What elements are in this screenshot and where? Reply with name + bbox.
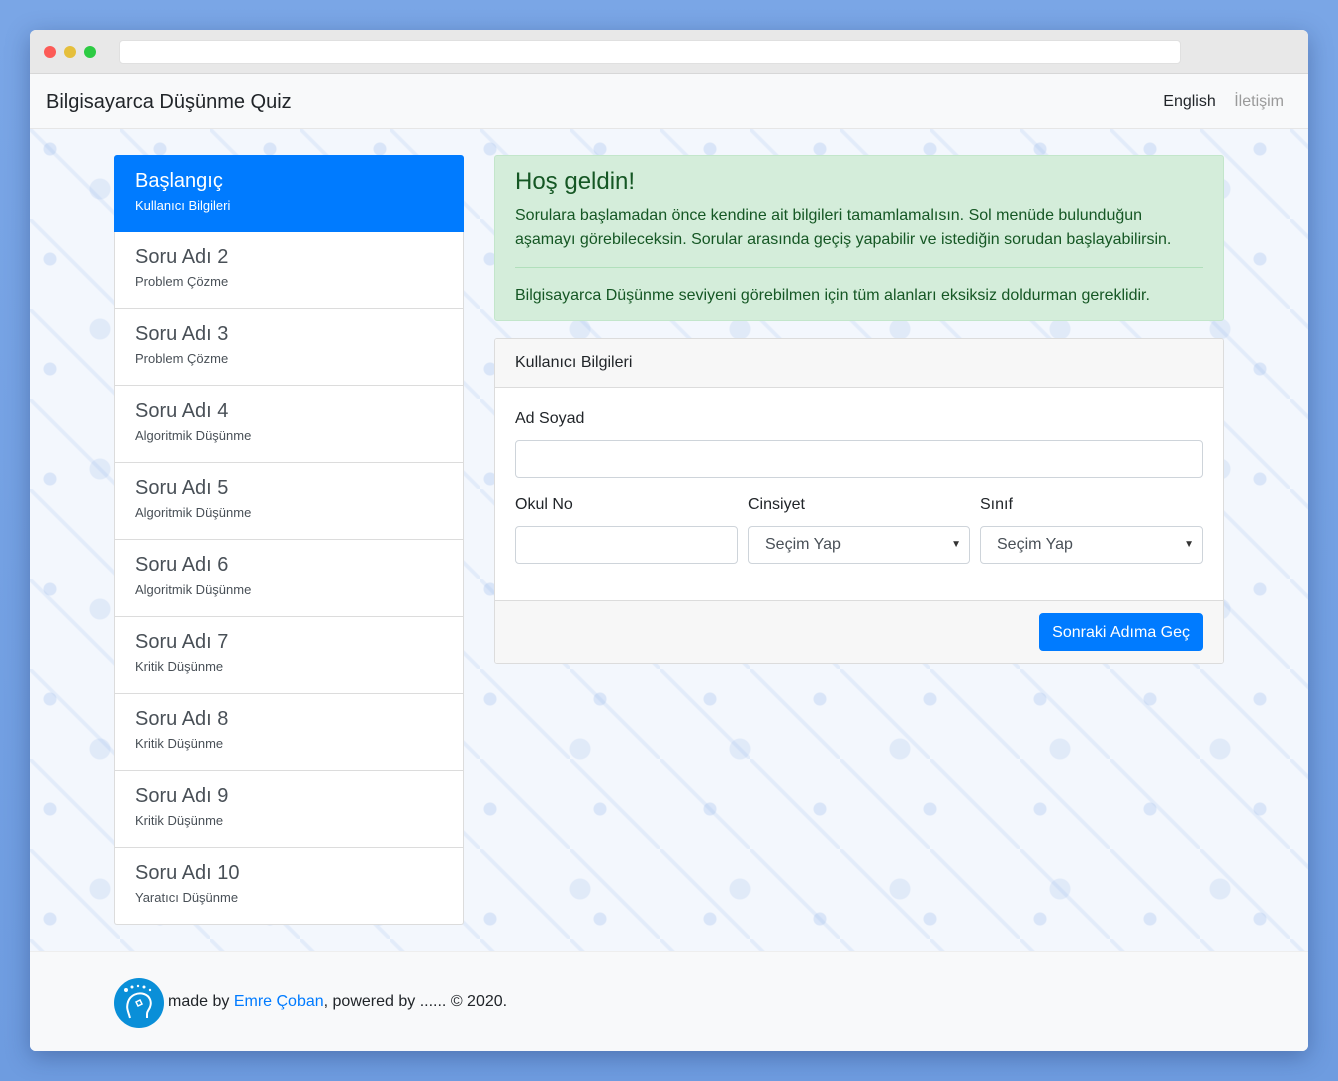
class-selected-value: Seçim Yap [997, 536, 1073, 553]
class-label: Sınıf [980, 496, 1013, 513]
card-footer: Sonraki Adıma Geç [495, 600, 1223, 663]
alert-note: Bilgisayarca Düşünme seviyeni görebilmen… [515, 287, 1150, 304]
main-content: Başlangıç Kullanıcı Bilgileri Soru Adı 2… [30, 129, 1308, 951]
close-window-icon[interactable] [44, 46, 56, 58]
sidebar-item-start[interactable]: Başlangıç Kullanıcı Bilgileri [114, 155, 464, 232]
sidebar-item-subtitle: Algoritmik Düşünme [135, 505, 252, 520]
sidebar-item-question-3[interactable]: Soru Adı 3 Problem Çözme [114, 309, 464, 386]
sidebar-item-subtitle: Problem Çözme [135, 351, 229, 366]
sidebar-item-subtitle: Algoritmik Düşünme [135, 428, 252, 443]
sidebar-item-question-5[interactable]: Soru Adı 5 Algoritmik Düşünme [114, 463, 464, 540]
sidebar-item-title: Soru Adı 8 [135, 708, 229, 730]
question-sidebar: Başlangıç Kullanıcı Bilgileri Soru Adı 2… [114, 155, 464, 925]
sidebar-item-title: Soru Adı 7 [135, 631, 229, 653]
sidebar-item-question-9[interactable]: Soru Adı 9 Kritik Düşünme [114, 771, 464, 848]
sidebar-item-question-4[interactable]: Soru Adı 4 Algoritmik Düşünme [114, 386, 464, 463]
sidebar-item-question-10[interactable]: Soru Adı 10 Yaratıcı Düşünme [114, 848, 464, 925]
sidebar-item-question-7[interactable]: Soru Adı 7 Kritik Düşünme [114, 617, 464, 694]
name-label: Ad Soyad [515, 410, 585, 427]
gender-selected-value: Seçim Yap [765, 536, 841, 553]
school-no-label: Okul No [515, 496, 573, 513]
footer-credits: made by Emre Çoban, powered by ...... © … [168, 993, 507, 1011]
sidebar-item-title: Soru Adı 9 [135, 785, 229, 807]
nav-language-link[interactable]: English [1163, 93, 1215, 110]
browser-window: Bilgisayarca Düşünme Quiz English İletiş… [30, 30, 1308, 1051]
card-header: Kullanıcı Bilgileri [495, 339, 1223, 388]
gender-select[interactable]: Seçim Yap ▼ [748, 526, 970, 564]
name-input[interactable] [515, 440, 1203, 478]
address-bar[interactable] [119, 40, 1181, 64]
sidebar-item-title: Soru Adı 6 [135, 554, 229, 576]
school-no-input[interactable] [515, 526, 738, 564]
sidebar-item-title: Başlangıç [135, 170, 223, 192]
alert-message: Sorulara başlamadan önce kendine ait bil… [515, 207, 1172, 248]
sidebar-item-title: Soru Adı 2 [135, 246, 229, 268]
next-step-button[interactable]: Sonraki Adıma Geç [1039, 613, 1203, 651]
browser-chrome [30, 30, 1308, 74]
brand-title[interactable]: Bilgisayarca Düşünme Quiz [46, 91, 292, 114]
sidebar-item-subtitle: Kritik Düşünme [135, 659, 224, 674]
class-select[interactable]: Seçim Yap ▼ [980, 526, 1203, 564]
footer-made-by: made by [168, 993, 234, 1010]
author-link[interactable]: Emre Çoban [234, 993, 324, 1010]
sidebar-item-question-6[interactable]: Soru Adı 6 Algoritmik Düşünme [114, 540, 464, 617]
chevron-down-icon: ▼ [951, 539, 961, 550]
maximize-window-icon[interactable] [84, 46, 96, 58]
sidebar-item-subtitle: Kritik Düşünme [135, 736, 224, 751]
navbar: Bilgisayarca Düşünme Quiz English İletiş… [30, 74, 1308, 129]
card-body: Ad Soyad Okul No Cinsiyet Seçim Yap ▼ Sı… [495, 388, 1223, 601]
gender-label: Cinsiyet [748, 496, 805, 513]
minimize-window-icon[interactable] [64, 46, 76, 58]
sidebar-item-question-8[interactable]: Soru Adı 8 Kritik Düşünme [114, 694, 464, 771]
alert-divider [515, 267, 1203, 268]
chevron-down-icon: ▼ [1184, 539, 1194, 550]
sidebar-item-question-2[interactable]: Soru Adı 2 Problem Çözme [114, 232, 464, 309]
brain-logo-icon [114, 978, 164, 1028]
nav-contact-link[interactable]: İletişim [1234, 93, 1284, 110]
sidebar-item-title: Soru Adı 10 [135, 862, 240, 884]
sidebar-item-title: Soru Adı 3 [135, 323, 229, 345]
welcome-alert: Hoş geldin! Sorulara başlamadan önce ken… [494, 155, 1224, 321]
sidebar-item-subtitle: Kritik Düşünme [135, 813, 224, 828]
sidebar-item-title: Soru Adı 4 [135, 400, 229, 422]
footer-powered: , powered by ...... © 2020. [323, 993, 508, 1010]
sidebar-item-subtitle: Kullanıcı Bilgileri [135, 198, 231, 213]
sidebar-item-subtitle: Yaratıcı Düşünme [135, 890, 239, 905]
sidebar-item-subtitle: Algoritmik Düşünme [135, 582, 252, 597]
sidebar-item-title: Soru Adı 5 [135, 477, 229, 499]
nav-links: English İletişim [1149, 93, 1284, 111]
page-footer: made by Emre Çoban, powered by ...... © … [30, 951, 1308, 1051]
sidebar-item-subtitle: Problem Çözme [135, 274, 229, 289]
alert-heading: Hoş geldin! [515, 168, 636, 195]
user-info-card: Kullanıcı Bilgileri Ad Soyad Okul No Cin… [494, 338, 1224, 664]
